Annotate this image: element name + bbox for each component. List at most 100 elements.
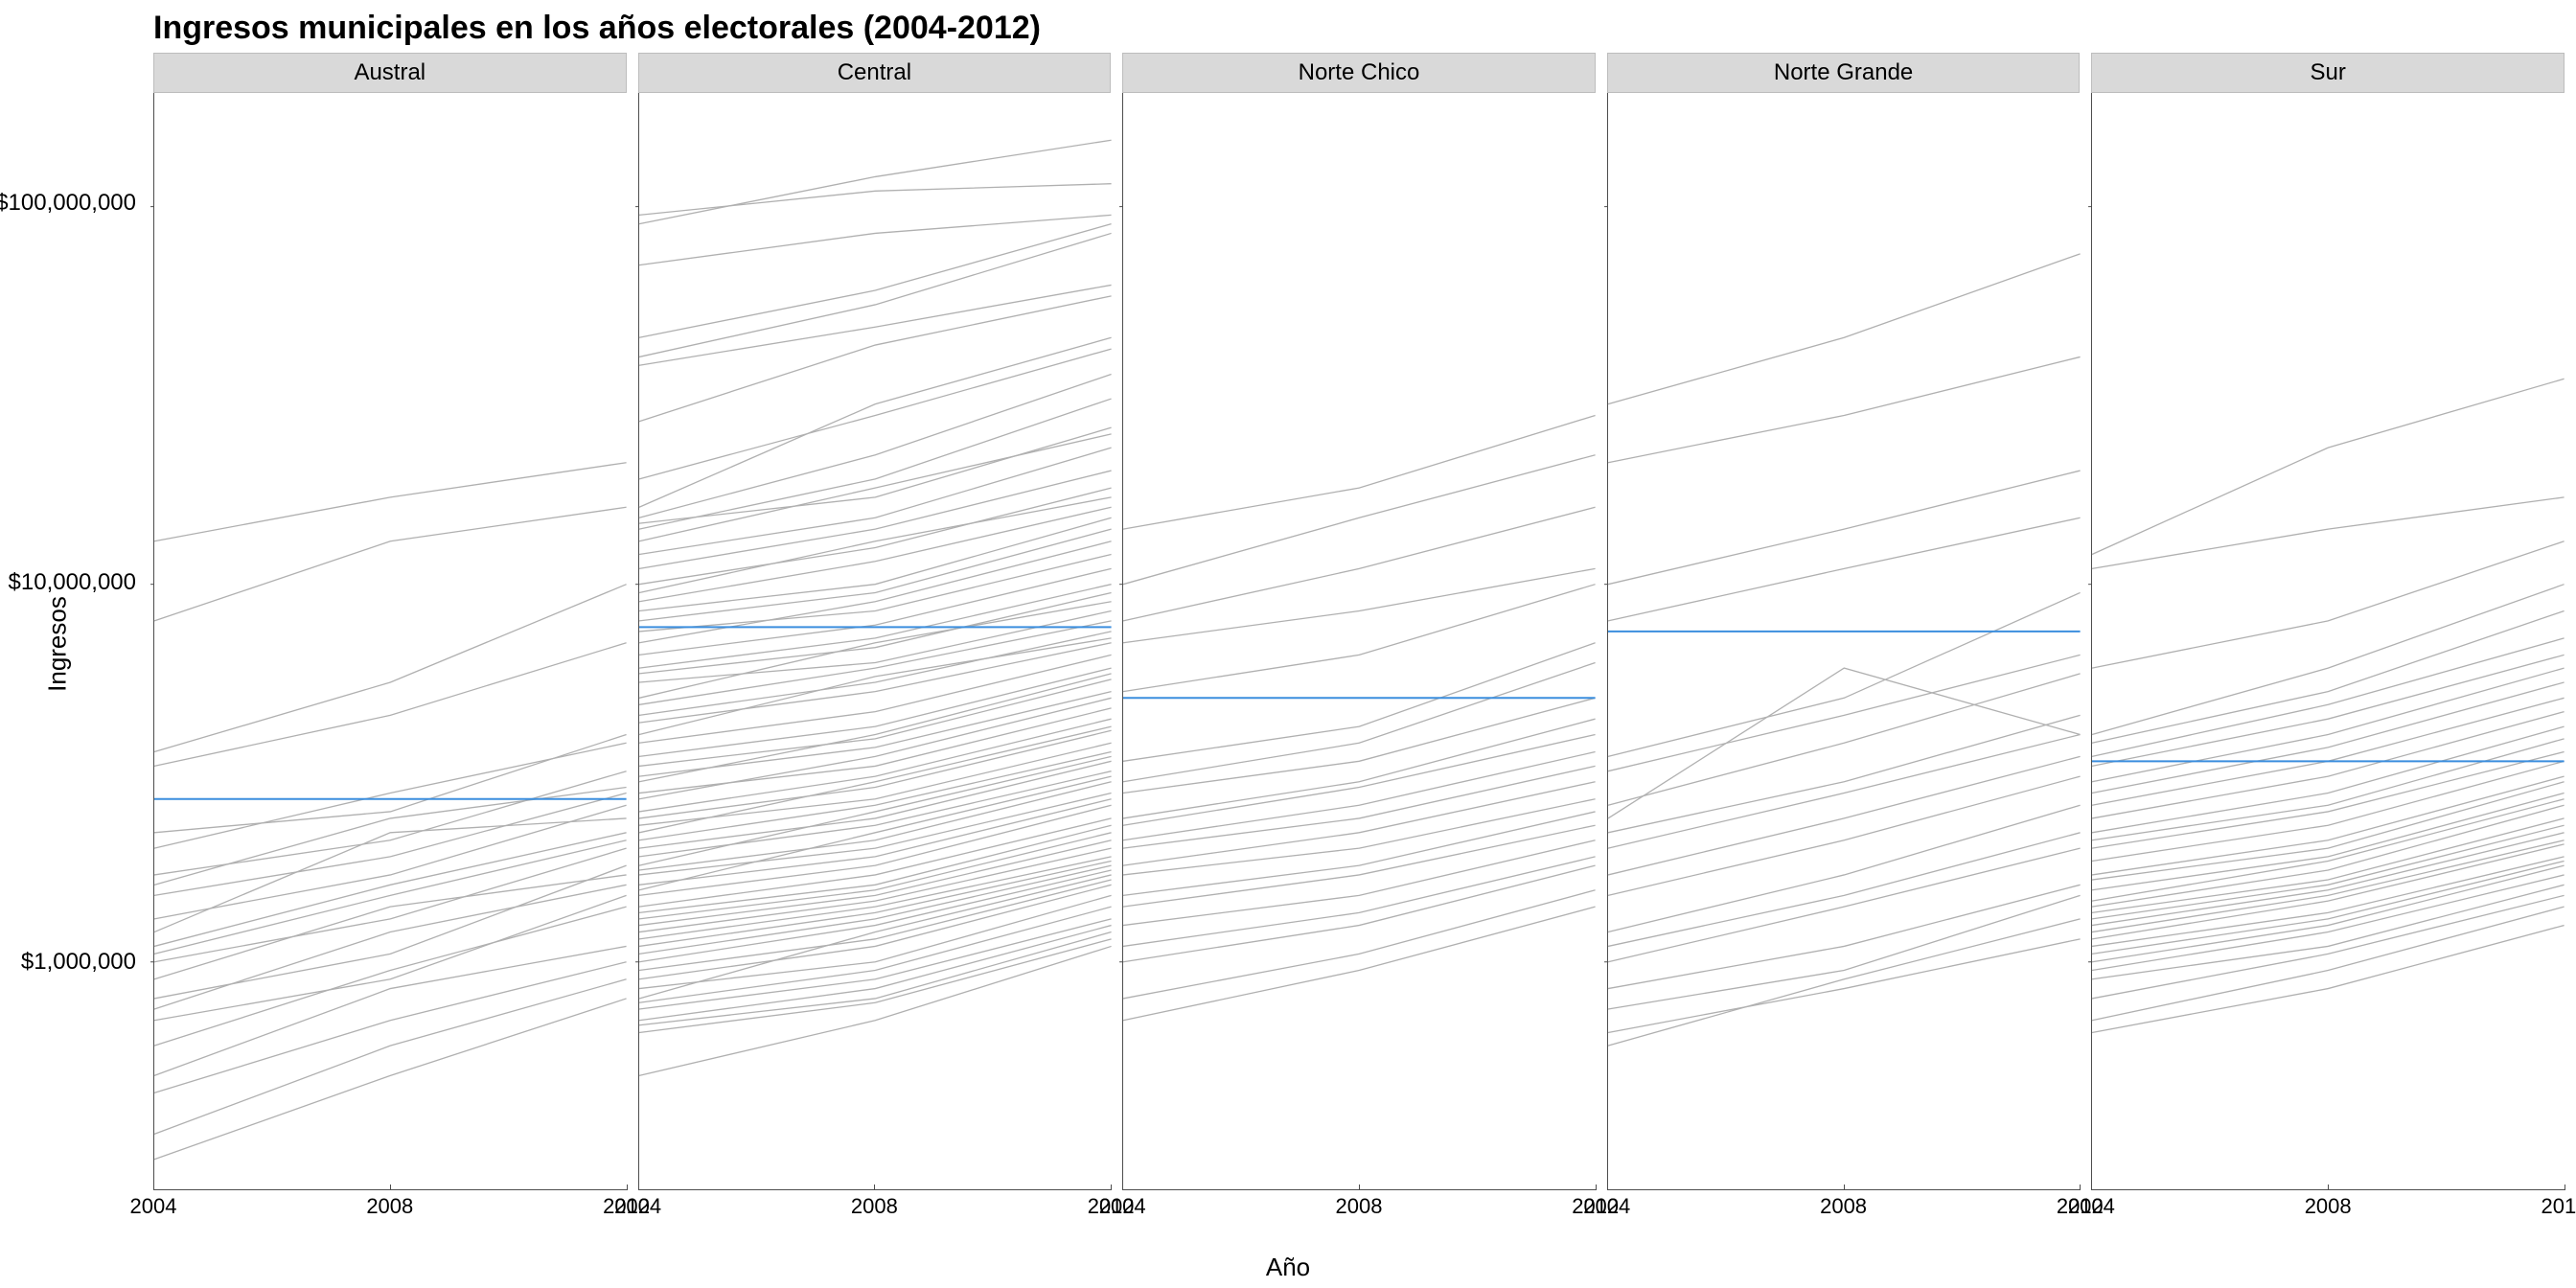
series-line (639, 833, 1112, 919)
series-line (1608, 471, 2081, 585)
series-line (154, 840, 627, 954)
series-line (2092, 611, 2564, 744)
series-line (1608, 592, 2081, 756)
x-tick-label: 2004 (1583, 1194, 1630, 1219)
series-line (639, 752, 1112, 840)
y-tick-label: $10,000,000 (9, 569, 136, 596)
x-tick-row: 200420082012 (2091, 1190, 2564, 1221)
series-line (1123, 782, 1596, 865)
series-line (639, 568, 1112, 655)
series-line (154, 585, 627, 752)
series-line (639, 427, 1112, 523)
series-line (1123, 735, 1596, 826)
facet-strip-label: Norte Chico (1122, 53, 1596, 93)
x-tick-label: 2008 (1336, 1194, 1383, 1219)
series-line (639, 895, 1112, 988)
x-tick-label: 2004 (1099, 1194, 1146, 1219)
series-line (1608, 655, 2081, 770)
series-line (2092, 379, 2564, 554)
series-line (639, 632, 1112, 715)
series-line (639, 592, 1112, 673)
series-line (1608, 518, 2081, 621)
facet-plot-area (1122, 93, 1596, 1190)
series-line (1123, 585, 1596, 692)
series-line (154, 794, 627, 896)
series-line (1123, 415, 1596, 529)
x-tick-label: 2012 (2541, 1194, 2576, 1219)
series-line (639, 349, 1112, 479)
series-line (639, 488, 1112, 585)
series-line (639, 215, 1112, 264)
series-line (2092, 895, 2564, 999)
x-tick-label: 2008 (2305, 1194, 2352, 1219)
series-line (639, 638, 1112, 735)
series-line (2092, 655, 2564, 766)
series-line (639, 825, 1112, 912)
series-line (154, 833, 627, 947)
x-tick-row: 200420082012 (638, 1190, 1112, 1221)
series-line (2092, 541, 2564, 668)
facet-strip-label: Central (638, 53, 1112, 93)
series-line (154, 962, 627, 1093)
facet-panel: Sur200420082012 (2091, 53, 2564, 1221)
facet-panel: Central 200420082012 (638, 53, 1112, 1221)
facet-plot-area (2091, 93, 2564, 1190)
series-line (639, 399, 1112, 529)
x-tick-label: 2004 (614, 1194, 661, 1219)
series-line (639, 507, 1112, 601)
chart-title: Ingresos municipales en los años elector… (153, 10, 1041, 47)
series-line (1608, 848, 2081, 962)
series-line (1608, 833, 2081, 947)
series-line (639, 296, 1112, 422)
series-line (154, 463, 627, 541)
series-line (1123, 455, 1596, 585)
series-line (2092, 752, 2564, 849)
series-line (639, 497, 1112, 593)
series-line (154, 979, 627, 1135)
series-line (639, 140, 1112, 223)
series-line (1123, 907, 1596, 1021)
series-line (639, 771, 1112, 857)
series-line (639, 233, 1112, 356)
facet-panel: Norte Grande 200420082012 (1607, 53, 2081, 1221)
series-line (639, 708, 1112, 794)
facet-plot-area (1607, 93, 2081, 1190)
series-line (1608, 895, 2081, 1009)
series-line (1608, 939, 2081, 1033)
facet-panel: Norte Chico 200420082012 (1122, 53, 1596, 1221)
series-line (154, 946, 627, 1075)
series-line (1123, 857, 1596, 947)
facet-strip-label: Norte Grande (1607, 53, 2081, 93)
facet-panel: Austral200420082012 (153, 53, 627, 1221)
x-tick-label: 2004 (130, 1194, 177, 1219)
x-tick-label: 2004 (2068, 1194, 2115, 1219)
y-axis-ticks: $1,000,000 $10,000,000 $100,000,000 (0, 0, 144, 1288)
y-tick-label: $100,000,000 (0, 190, 136, 217)
series-line (2092, 825, 2564, 919)
series-line (639, 374, 1112, 518)
series-line (154, 643, 627, 767)
series-line (154, 507, 627, 621)
series-line (639, 224, 1112, 338)
series-line (1608, 356, 2081, 462)
x-tick-label: 2008 (1820, 1194, 1867, 1219)
series-line (639, 818, 1112, 907)
series-line (1608, 919, 2081, 1046)
series-line (2092, 638, 2564, 756)
series-line (1123, 865, 1596, 962)
y-tick-label: $1,000,000 (21, 949, 136, 976)
series-line (2092, 907, 2564, 1021)
series-line (154, 788, 627, 886)
x-tick-row: 200420082012 (1607, 1190, 2081, 1221)
chart-container: Ingresos municipales en los años elector… (0, 0, 2576, 1288)
series-line (1608, 805, 2081, 932)
series-line (1123, 698, 1596, 793)
x-tick-row: 200420082012 (1122, 1190, 1596, 1221)
series-line (154, 885, 627, 1009)
x-tick-label: 2008 (366, 1194, 413, 1219)
facet-strip-label: Austral (153, 53, 627, 93)
series-line (1608, 756, 2081, 875)
series-line (1123, 752, 1596, 840)
series-line (639, 939, 1112, 1033)
facet-plot-area (638, 93, 1112, 1190)
